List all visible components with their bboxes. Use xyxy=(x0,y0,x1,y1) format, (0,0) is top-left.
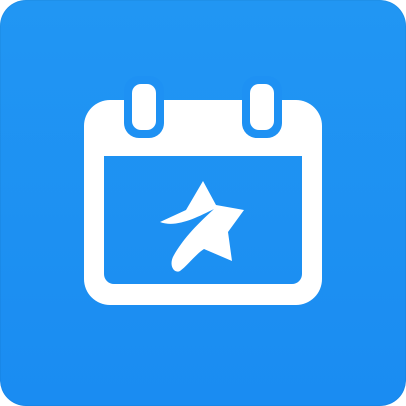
calendar-ring-right xyxy=(250,84,274,130)
app-icon[interactable] xyxy=(0,0,406,406)
star-icon xyxy=(160,181,244,272)
calendar-star-icon xyxy=(84,76,322,305)
calendar-ring-left xyxy=(132,84,156,130)
